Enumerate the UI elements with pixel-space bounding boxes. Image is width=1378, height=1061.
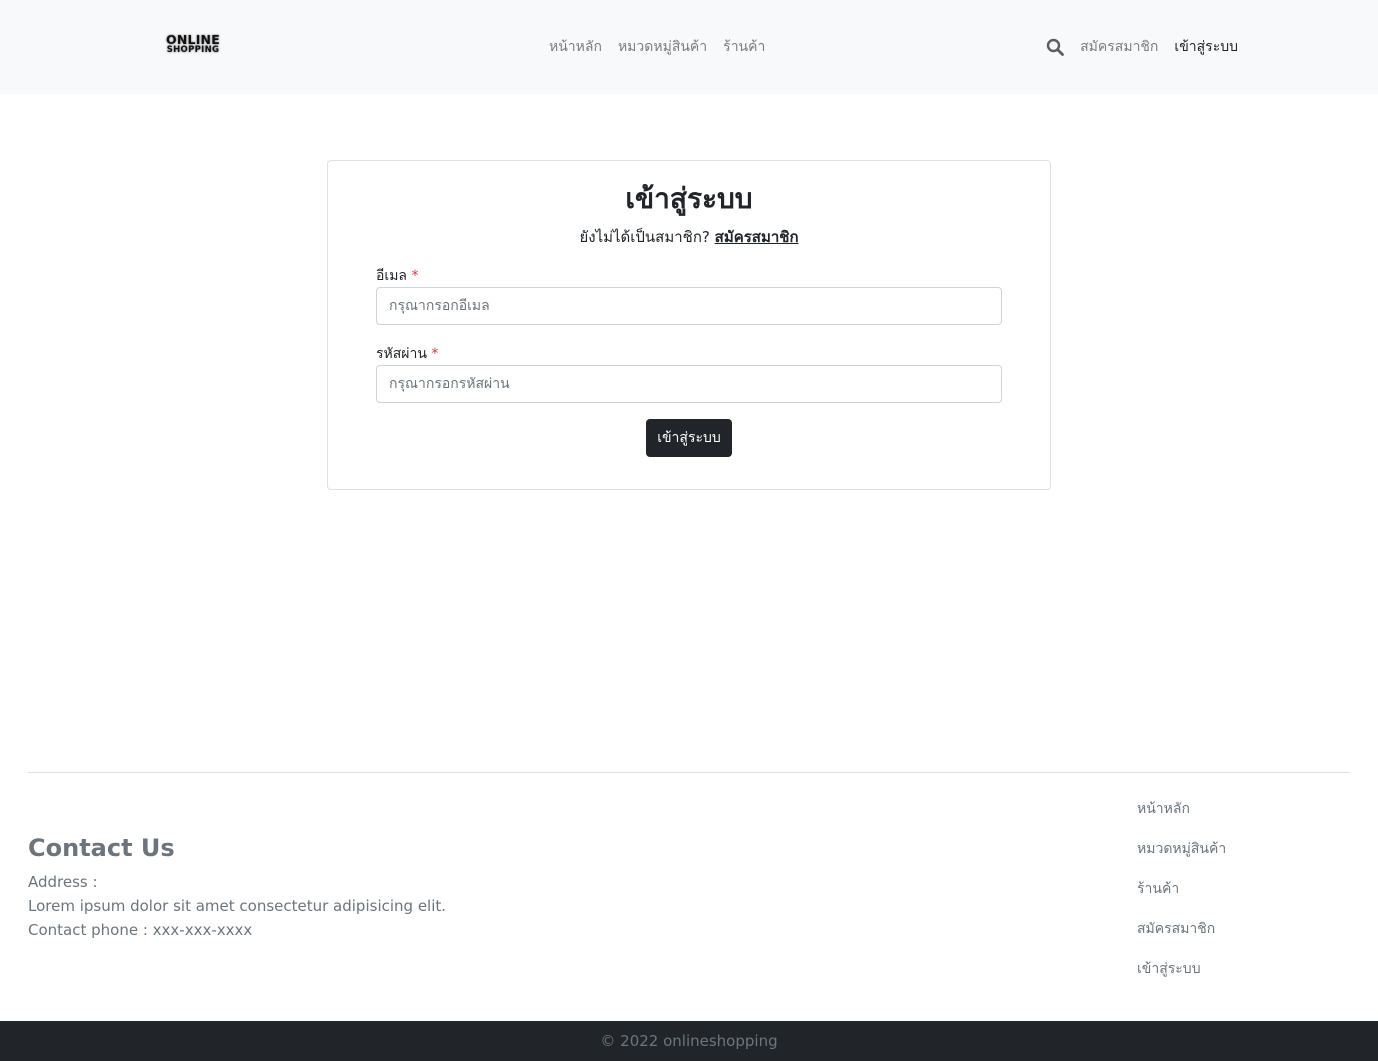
copyright-bar: © 2022 onlineshopping: [0, 1021, 1378, 1061]
nav-link-home[interactable]: หน้าหลัก: [549, 36, 602, 58]
password-label-text: รหัสผ่าน: [376, 346, 427, 362]
footer-link-home[interactable]: หน้าหลัก: [1137, 798, 1337, 838]
email-label-text: อีเมล: [376, 268, 408, 284]
footer-link-register[interactable]: สมัครสมาชิก: [1137, 918, 1337, 958]
main-nav: หน้าหลัก หมวดหมู่สินค้า ร้านค้า: [549, 36, 765, 58]
site-logo[interactable]: ONLINE SHOPPING: [156, 32, 230, 56]
footer-divider: [28, 772, 1350, 773]
page: ONLINE SHOPPING หน้าหลัก หมวดหมู่สินค้า …: [0, 0, 1378, 1061]
contact-title: Contact Us: [28, 834, 175, 862]
login-title: เข้าสู่ระบบ: [625, 182, 753, 215]
login-card: เข้าสู่ระบบ ยังไม่ได้เป็นสมาชิก? สมัครสม…: [327, 160, 1051, 490]
footer-link-categories[interactable]: หมวดหมู่สินค้า: [1137, 838, 1337, 878]
register-link[interactable]: สมัครสมาชิก: [715, 228, 799, 246]
password-field[interactable]: [376, 365, 1002, 403]
nav-link-register[interactable]: สมัครสมาชิก: [1080, 36, 1158, 58]
login-submit-button[interactable]: เข้าสู่ระบบ: [646, 419, 732, 457]
footer-link-shops[interactable]: ร้านค้า: [1137, 878, 1337, 918]
address-label: Address :: [28, 873, 98, 891]
nav-link-login[interactable]: เข้าสู่ระบบ: [1174, 36, 1238, 58]
nav-link-categories[interactable]: หมวดหมู่สินค้า: [618, 36, 707, 58]
not-member-text: ยังไม่ได้เป็นสมาชิก?: [579, 228, 710, 246]
required-mark: *: [411, 268, 419, 284]
navbar: ONLINE SHOPPING หน้าหลัก หมวดหมู่สินค้า …: [0, 0, 1378, 94]
nav-link-shops[interactable]: ร้านค้า: [723, 36, 765, 58]
contact-phone: Contact phone : xxx-xxx-xxxx: [28, 921, 253, 939]
email-label: อีเมล *: [376, 265, 418, 287]
address-text: Lorem ipsum dolor sit amet consectetur a…: [28, 897, 447, 915]
search-icon[interactable]: [1046, 38, 1065, 56]
password-label: รหัสผ่าน *: [376, 343, 438, 365]
account-nav: สมัครสมาชิก เข้าสู่ระบบ: [1046, 34, 1238, 60]
register-prompt: ยังไม่ได้เป็นสมาชิก? สมัครสมาชิก: [328, 225, 1050, 249]
footer-nav: หน้าหลัก หมวดหมู่สินค้า ร้านค้า สมัครสมา…: [1137, 798, 1337, 998]
email-field[interactable]: [376, 287, 1002, 325]
footer-link-login[interactable]: เข้าสู่ระบบ: [1137, 958, 1337, 998]
logo-line2: SHOPPING: [166, 45, 220, 55]
required-mark: *: [431, 346, 439, 362]
copyright-text: © 2022 onlineshopping: [600, 1032, 778, 1050]
